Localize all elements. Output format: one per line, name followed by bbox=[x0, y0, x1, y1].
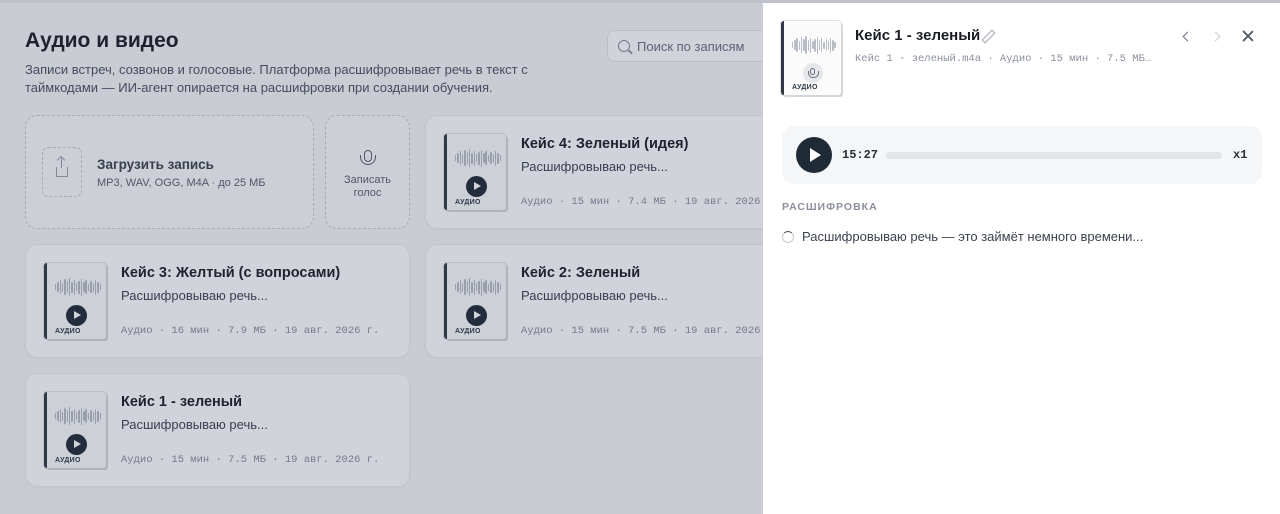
waveform-icon bbox=[792, 35, 836, 55]
microphone-icon bbox=[808, 68, 819, 78]
transcript-status: Расшифровываю речь — это займёт немного … bbox=[802, 229, 1144, 244]
recording-detail-panel: АУДИО Кейс 1 - зеленый Кейс 1 - зеленый.… bbox=[763, 3, 1280, 514]
edit-pencil-icon[interactable] bbox=[981, 30, 993, 42]
waveform-bar bbox=[821, 38, 823, 52]
waveform-bar bbox=[832, 39, 834, 51]
player-time: 15:27 bbox=[842, 148, 879, 162]
waveform-bar bbox=[800, 37, 803, 53]
playback-speed-button[interactable]: x1 bbox=[1233, 148, 1247, 162]
play-button[interactable] bbox=[796, 137, 832, 173]
waveform-bar bbox=[805, 36, 807, 54]
panel-title: Кейс 1 - зеленый bbox=[855, 27, 981, 44]
close-icon[interactable] bbox=[1241, 29, 1255, 43]
waveform-bar bbox=[818, 40, 821, 50]
audio-player: 15:27 x1 bbox=[782, 126, 1262, 184]
previous-chevron-icon[interactable] bbox=[1178, 29, 1194, 45]
waveform-bar bbox=[812, 41, 814, 49]
waveform-bar bbox=[823, 41, 825, 49]
transcript-section-label: РАСШИФРОВКА bbox=[782, 201, 878, 213]
waveform-bar bbox=[814, 38, 816, 52]
audio-thumbnail: АУДИО bbox=[781, 21, 841, 95]
waveform-bar bbox=[794, 40, 796, 50]
thumbnail-tag: АУДИО bbox=[792, 84, 818, 91]
loading-spinner-icon bbox=[782, 231, 794, 243]
waveform-bar bbox=[803, 39, 805, 51]
waveform-bar bbox=[809, 37, 812, 53]
waveform-bar bbox=[827, 40, 830, 50]
next-chevron-icon[interactable] bbox=[1209, 29, 1225, 45]
waveform-bar bbox=[829, 37, 832, 53]
waveform-bar bbox=[825, 39, 827, 51]
waveform-bar bbox=[834, 42, 836, 48]
panel-meta: Кейс 1 - зеленый.m4a · Аудио · 15 мин · … bbox=[855, 53, 1152, 65]
waveform-bar bbox=[816, 36, 818, 54]
progress-track[interactable] bbox=[886, 152, 1222, 159]
waveform-bar bbox=[796, 38, 798, 52]
waveform-bar bbox=[807, 39, 810, 51]
waveform-bar bbox=[792, 42, 794, 48]
waveform-bar bbox=[798, 40, 801, 50]
microphone-badge bbox=[803, 63, 823, 83]
